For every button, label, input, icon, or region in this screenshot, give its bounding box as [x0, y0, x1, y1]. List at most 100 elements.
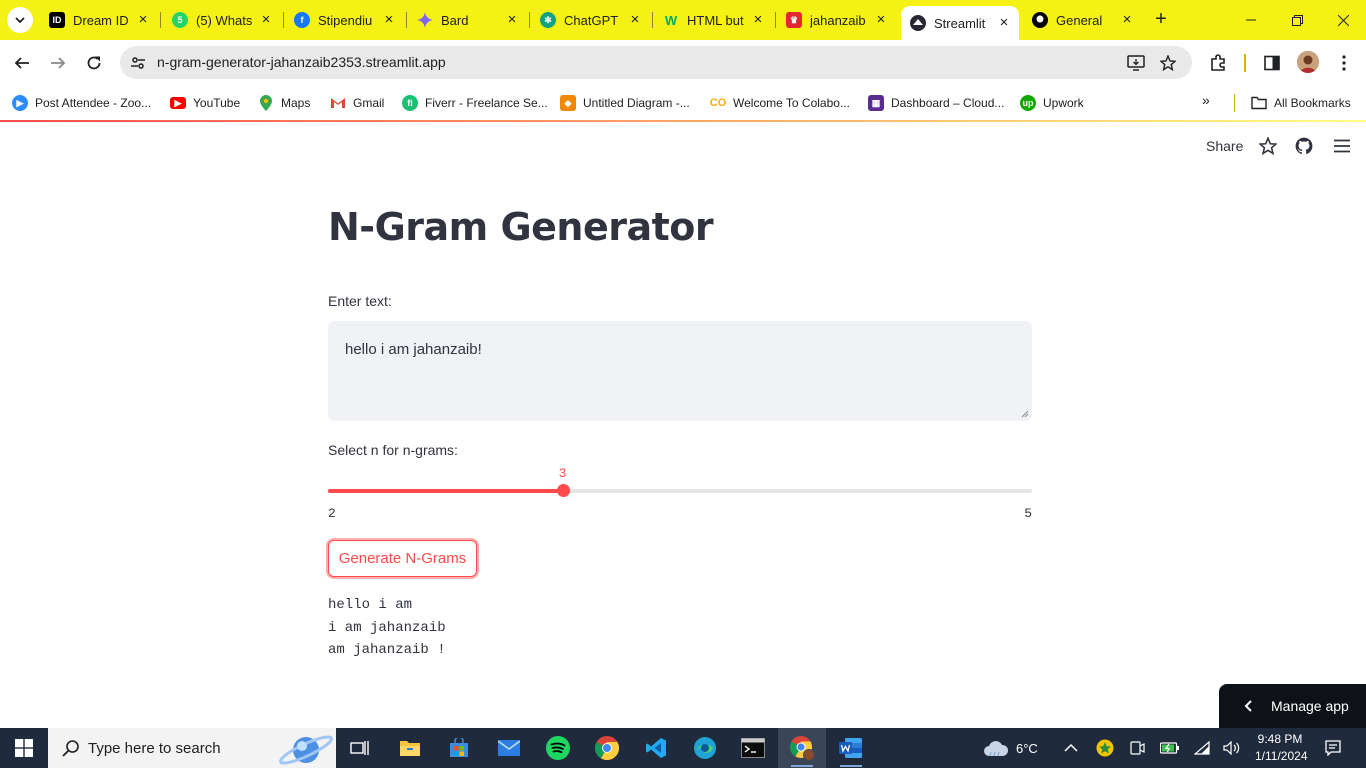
file-explorer-button[interactable]: [386, 728, 434, 768]
forward-button[interactable]: [43, 48, 73, 78]
edge-icon: [694, 737, 716, 759]
close-icon[interactable]: ×: [751, 12, 765, 27]
bookmark-cloud-dashboard[interactable]: ▦ Dashboard – Cloud...: [868, 93, 1004, 113]
mail-icon: [498, 740, 520, 756]
search-highlight-art: [278, 735, 334, 765]
tab-jahanzaib[interactable]: ♛ jahanzaib ×: [778, 0, 896, 40]
extensions-icon[interactable]: [1205, 50, 1231, 76]
hamburger-menu-icon[interactable]: [1331, 135, 1353, 157]
start-button[interactable]: [0, 728, 48, 768]
show-hidden-icons-button[interactable]: [1064, 728, 1078, 768]
more-bookmarks-button[interactable]: »: [1202, 92, 1210, 108]
install-app-icon[interactable]: [1126, 53, 1146, 73]
terminal-icon: [741, 738, 765, 758]
url-text[interactable]: n-gram-generator-jahanzaib2353.streamlit…: [157, 54, 446, 70]
restore-button[interactable]: [1274, 0, 1320, 40]
reload-button[interactable]: [79, 48, 109, 78]
tab-dream-id[interactable]: ID Dream ID ×: [40, 0, 158, 40]
chrome-profile-button[interactable]: [778, 728, 826, 768]
close-icon[interactable]: ×: [136, 12, 150, 27]
tab-search-button[interactable]: [7, 7, 33, 33]
battery-button[interactable]: [1160, 728, 1180, 768]
bookmark-zoom[interactable]: ▶ Post Attendee - Zoo...: [12, 93, 151, 113]
slider-thumb[interactable]: [556, 484, 570, 497]
terminal-button[interactable]: [729, 728, 777, 768]
bookmark-fiverr[interactable]: fi Fiverr - Freelance Se...: [402, 93, 548, 113]
notifications-button[interactable]: [1325, 728, 1341, 768]
tab-chatgpt[interactable]: ✻ ChatGPT ×: [532, 0, 650, 40]
meet-now-button[interactable]: [1129, 728, 1145, 768]
bookmark-label: Fiverr - Freelance Se...: [425, 96, 548, 110]
tab-divider: [775, 12, 776, 28]
github-icon[interactable]: [1293, 135, 1315, 157]
tab-bard[interactable]: Bard ×: [409, 0, 527, 40]
tab-title: General: [1056, 12, 1103, 28]
volume-button[interactable]: [1223, 728, 1241, 768]
all-bookmarks-button[interactable]: All Bookmarks: [1251, 93, 1351, 113]
profile-avatar[interactable]: [1297, 51, 1319, 73]
bookmark-drawio[interactable]: ◆ Untitled Diagram -...: [560, 93, 690, 113]
chrome-button[interactable]: [583, 728, 631, 768]
tab-streamlit[interactable]: Streamlit ×: [901, 6, 1019, 40]
back-button[interactable]: [7, 48, 37, 78]
weather-widget[interactable]: 6°C: [983, 728, 1038, 768]
system-clock[interactable]: 9:48 PM 1/11/2024: [1255, 731, 1308, 765]
bookmark-maps[interactable]: Maps: [258, 93, 310, 113]
bookmark-youtube[interactable]: ▶ YouTube: [170, 93, 240, 113]
manage-app-button[interactable]: Manage app: [1219, 684, 1366, 728]
plus-icon: +: [1155, 8, 1167, 30]
address-bar[interactable]: n-gram-generator-jahanzaib2353.streamlit…: [120, 46, 1192, 79]
all-bookmarks-label: All Bookmarks: [1274, 96, 1351, 110]
text-input-area[interactable]: hello i am jahanzaib!: [328, 321, 1032, 421]
share-button[interactable]: Share: [1206, 138, 1243, 154]
microsoft-store-button[interactable]: [435, 728, 483, 768]
edge-button[interactable]: [681, 728, 729, 768]
close-icon[interactable]: ×: [628, 12, 642, 27]
spotify-button[interactable]: [534, 728, 582, 768]
close-icon[interactable]: ×: [874, 12, 888, 27]
n-gram-slider[interactable]: [328, 484, 1032, 497]
new-tab-button[interactable]: +: [1150, 8, 1172, 30]
bookmark-gmail[interactable]: Gmail: [330, 93, 384, 113]
bookmark-colab[interactable]: CO Welcome To Colabo...: [710, 93, 850, 113]
zoom-icon: ▶: [12, 95, 28, 111]
open-app-indicator: [840, 765, 862, 767]
taskbar-search[interactable]: Type here to search: [48, 728, 336, 768]
side-panel-icon[interactable]: [1259, 50, 1285, 76]
close-icon[interactable]: ×: [1120, 12, 1134, 27]
tab-title: Stipendiu: [318, 12, 373, 28]
resize-handle-icon[interactable]: [1021, 410, 1029, 418]
close-window-button[interactable]: [1320, 0, 1366, 40]
bookmark-label: Dashboard – Cloud...: [891, 96, 1005, 110]
tray-app-button[interactable]: [1096, 728, 1114, 768]
generate-ngrams-button[interactable]: Generate N-Grams: [328, 540, 477, 577]
favorite-star-icon[interactable]: [1257, 135, 1279, 157]
bookmarks-divider: [1234, 94, 1235, 112]
bookmark-star-icon[interactable]: [1158, 53, 1178, 73]
tab-facebook[interactable]: f Stipendiu ×: [286, 0, 404, 40]
page-title: N-Gram Generator: [328, 205, 714, 249]
tab-divider: [406, 12, 407, 28]
camera-icon: [1130, 741, 1145, 755]
network-button[interactable]: [1194, 728, 1210, 768]
arrow-left-icon: [14, 57, 29, 69]
browser-menu-icon[interactable]: [1331, 50, 1357, 76]
ngram-line: i am jahanzaib: [328, 619, 446, 636]
tab-w3schools[interactable]: W HTML but ×: [655, 0, 773, 40]
tab-github[interactable]: General ×: [1024, 0, 1142, 40]
task-view-button[interactable]: [336, 728, 384, 768]
folder-icon: [1251, 95, 1267, 111]
close-icon[interactable]: ×: [259, 12, 273, 27]
minimize-button[interactable]: [1228, 0, 1274, 40]
tab-whatsapp[interactable]: 5 (5) Whats ×: [163, 0, 281, 40]
word-button[interactable]: [827, 728, 875, 768]
bookmarks-bar: ▶ Post Attendee - Zoo... ▶ YouTube Maps …: [0, 86, 1366, 120]
site-settings-icon[interactable]: [128, 53, 148, 73]
close-icon[interactable]: ×: [997, 15, 1011, 30]
close-icon[interactable]: ×: [505, 12, 519, 27]
mail-button[interactable]: [485, 728, 533, 768]
close-icon[interactable]: ×: [382, 12, 396, 27]
bookmark-upwork[interactable]: up Upwork: [1020, 93, 1084, 113]
tray-app-icon: [1096, 739, 1114, 757]
vscode-button[interactable]: [632, 728, 680, 768]
